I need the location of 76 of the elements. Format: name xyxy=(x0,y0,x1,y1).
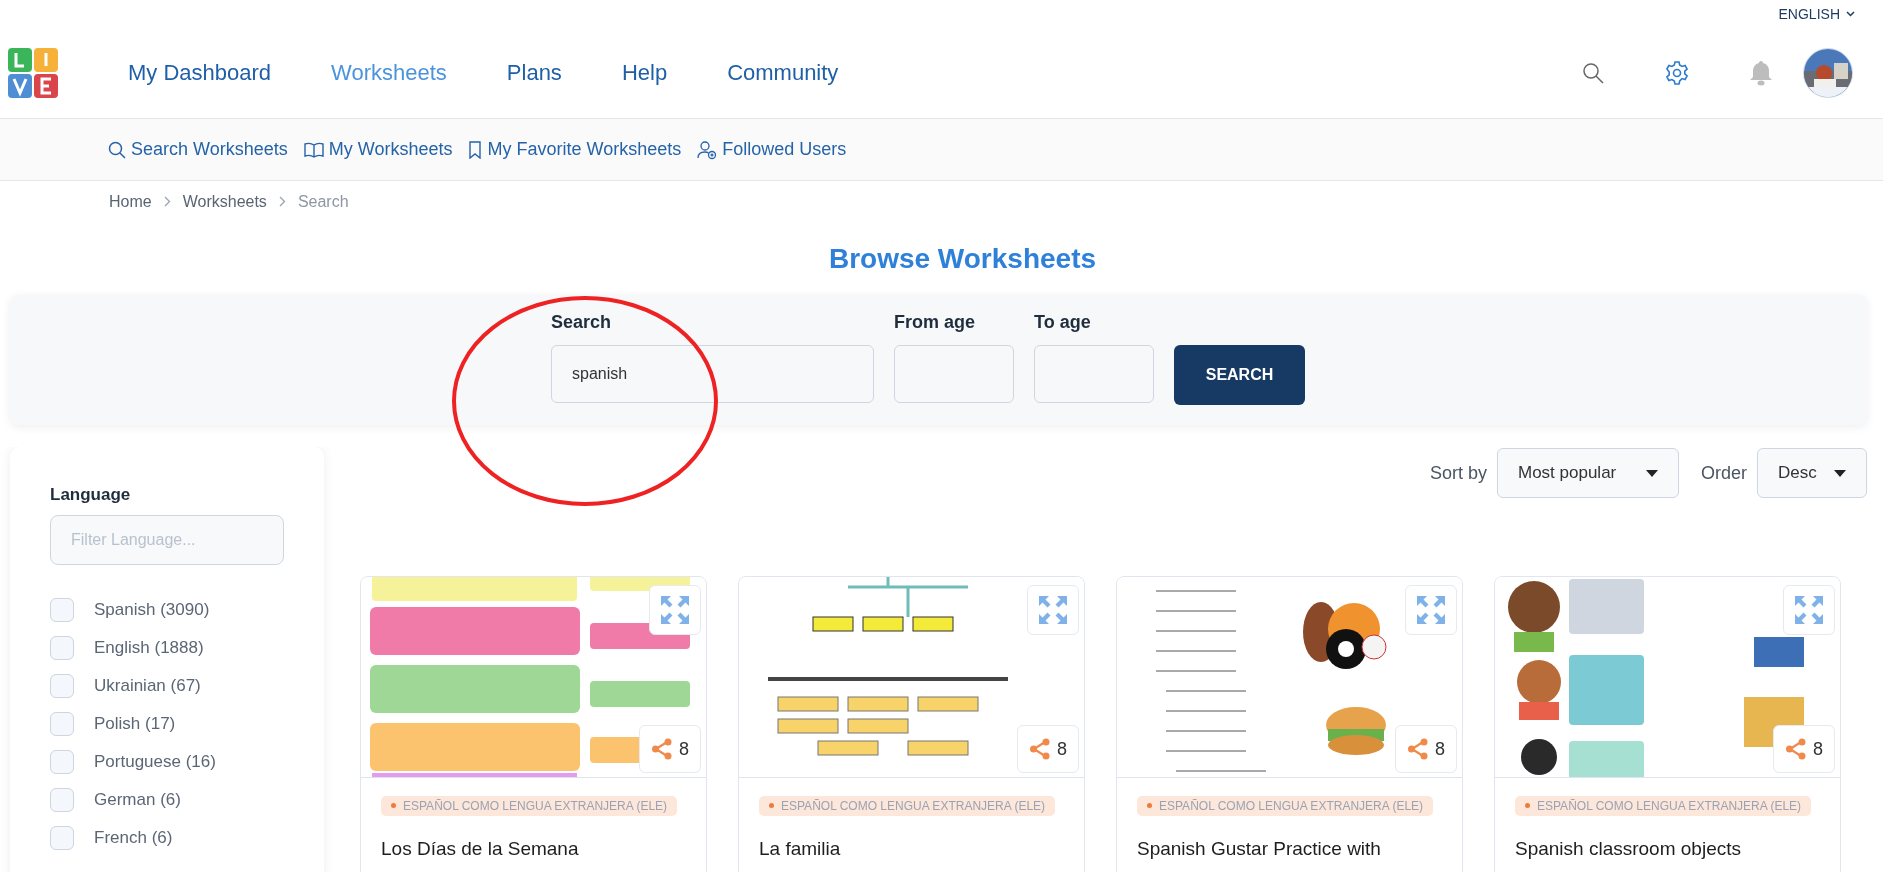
expand-button[interactable] xyxy=(649,585,701,635)
input-field[interactable] xyxy=(894,345,1014,403)
worksheet-title[interactable]: Spanish Gustar Practice with xyxy=(1137,837,1442,860)
worksheet-title[interactable]: Los Días de la Semana xyxy=(381,837,686,860)
worksheet-card[interactable]: 8 ESPAÑOL COMO LENGUA EXTRANJERA (ELE) Spanish classroom objects xyxy=(1494,576,1841,872)
expand-icon xyxy=(1416,595,1446,625)
share-icon xyxy=(1029,738,1051,760)
subnav-link[interactable]: My Worksheets xyxy=(303,139,453,160)
subnav-link[interactable]: My Favorite Worksheets xyxy=(468,139,682,160)
field-label: To age xyxy=(1034,310,1092,334)
breadcrumb-current: Search xyxy=(297,193,349,211)
filter-field[interactable]: Filter Language... xyxy=(50,515,284,565)
user-add-icon xyxy=(697,139,718,160)
subnav-link[interactable]: Followed Users xyxy=(697,139,847,160)
nav-link[interactable]: Plans xyxy=(506,60,562,86)
worksheet-title[interactable]: Spanish classroom objects xyxy=(1515,837,1820,860)
checkbox[interactable] xyxy=(50,750,74,774)
share-icon xyxy=(651,738,673,760)
sort-label: Order xyxy=(1701,462,1747,484)
nav-link[interactable]: My Dashboard xyxy=(128,60,272,86)
page-title: Browse Worksheets xyxy=(827,243,1097,275)
caret-down-icon xyxy=(1834,469,1846,477)
search-icon[interactable] xyxy=(1582,62,1604,84)
language-dropdown[interactable]: ENGLISH xyxy=(1778,6,1855,22)
field-label: Search xyxy=(551,310,613,334)
bell-icon[interactable] xyxy=(1750,60,1772,86)
settings-icon[interactable] xyxy=(1664,60,1690,86)
filter-title: Language xyxy=(50,485,132,505)
share-icon xyxy=(1785,738,1807,760)
worksheet-card[interactable]: 8 ESPAÑOL COMO LENGUA EXTRANJERA (ELE) Spanish Gustar Practice with xyxy=(1116,576,1463,872)
share-button[interactable]: 8 xyxy=(639,725,701,773)
filter-option-label[interactable]: Ukrainian (67) xyxy=(94,676,201,696)
breadcrumb-link[interactable]: Worksheets xyxy=(182,193,267,211)
share-button[interactable]: 8 xyxy=(1395,725,1457,773)
worksheet-card[interactable]: 8 ESPAÑOL COMO LENGUA EXTRANJERA (ELE) Los Días de la Semana xyxy=(360,576,707,872)
subnav-link[interactable]: Search Worksheets xyxy=(108,139,288,160)
filter-option-label[interactable]: English (1888) xyxy=(94,638,204,658)
book-icon xyxy=(303,141,324,158)
search-icon xyxy=(108,140,126,159)
logo-icon[interactable] xyxy=(8,48,58,98)
search-button[interactable]: SEARCH xyxy=(1174,345,1305,405)
share-icon xyxy=(1407,738,1429,760)
checkbox[interactable] xyxy=(50,636,74,660)
checkbox[interactable] xyxy=(50,826,74,850)
worksheet-card[interactable]: 8 ESPAÑOL COMO LENGUA EXTRANJERA (ELE) La familia xyxy=(738,576,1085,872)
expand-icon xyxy=(660,595,690,625)
expand-button[interactable] xyxy=(1783,585,1835,635)
caret-down-icon xyxy=(1646,469,1658,477)
worksheet-title[interactable]: La familia xyxy=(759,837,1064,860)
filter-option-label[interactable]: Portuguese (16) xyxy=(94,752,216,772)
bookmark-icon xyxy=(468,140,483,159)
chevron-down-icon xyxy=(1846,11,1855,17)
checkbox[interactable] xyxy=(50,598,74,622)
expand-icon xyxy=(1038,595,1068,625)
share-button[interactable]: 8 xyxy=(1017,725,1079,773)
checkbox[interactable] xyxy=(50,712,74,736)
field-label: From age xyxy=(894,310,977,334)
filter-option-label[interactable]: Polish (17) xyxy=(94,714,176,734)
input-field[interactable]: spanish xyxy=(551,345,874,403)
expand-button[interactable] xyxy=(1027,585,1079,635)
nav-link[interactable]: Help xyxy=(621,60,668,86)
filter-option-label[interactable]: French (6) xyxy=(94,828,173,848)
filter-option-label[interactable]: Spanish (3090) xyxy=(94,600,210,620)
sort-label: Sort by xyxy=(1429,462,1487,484)
input-field[interactable] xyxy=(1034,345,1154,403)
nav-link[interactable]: Community xyxy=(727,60,839,86)
checkbox[interactable] xyxy=(50,788,74,812)
breadcrumb-link[interactable]: Home xyxy=(109,193,152,211)
checkbox[interactable] xyxy=(50,674,74,698)
expand-button[interactable] xyxy=(1405,585,1457,635)
order-dropdown[interactable]: Desc xyxy=(1757,448,1867,498)
expand-icon xyxy=(1794,595,1824,625)
sort-dropdown[interactable]: Most popular xyxy=(1497,448,1679,498)
share-button[interactable]: 8 xyxy=(1773,725,1835,773)
nav-link[interactable]: Worksheets xyxy=(331,60,447,86)
filter-option-label[interactable]: German (6) xyxy=(94,790,181,810)
